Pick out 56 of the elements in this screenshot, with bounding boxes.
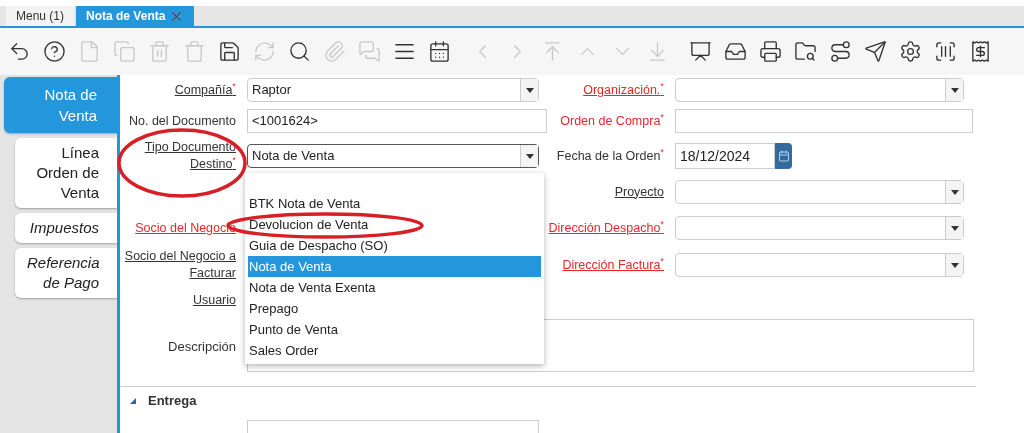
caret-icon bbox=[525, 87, 534, 93]
side-tab[interactable]: Línea Orden de Venta bbox=[15, 138, 117, 208]
text-field[interactable]: <1001624> bbox=[247, 109, 547, 133]
caret-icon bbox=[950, 87, 959, 93]
combo-box[interactable]: Nota de Venta bbox=[247, 144, 539, 168]
field-label: Orden de Compra$^{*}$ bbox=[560, 112, 664, 130]
dropdown-button[interactable] bbox=[945, 181, 963, 203]
caret-icon bbox=[950, 262, 959, 268]
folder-search-icon[interactable] bbox=[794, 40, 817, 63]
calendar-button[interactable] bbox=[775, 143, 792, 169]
field-label[interactable]: Compañía$^{*}$ bbox=[174, 81, 236, 99]
caret-icon bbox=[950, 189, 959, 195]
help-icon[interactable] bbox=[43, 40, 66, 63]
caret-icon bbox=[950, 225, 959, 231]
calendar-icon bbox=[777, 150, 790, 162]
dropdown-option[interactable]: Devolucion de Venta bbox=[248, 214, 541, 235]
dropdown-option[interactable]: BTK Nota de Venta bbox=[248, 193, 541, 214]
field-label[interactable]: Socio del Negocio a Facturar bbox=[120, 248, 236, 282]
dropdown-option[interactable]: Nota de Venta Exenta bbox=[248, 277, 541, 298]
presentation-board-icon[interactable] bbox=[689, 40, 712, 63]
settings-icon[interactable] bbox=[899, 40, 922, 63]
field-label[interactable]: Dirección Factura$^{*}$ bbox=[562, 256, 664, 274]
date-field[interactable]: 18/12/2024 bbox=[675, 143, 775, 169]
barcode-icon[interactable] bbox=[934, 40, 957, 63]
field-label[interactable]: Usuario bbox=[192, 291, 236, 309]
calendar-icon[interactable] bbox=[428, 40, 451, 63]
dropdown-button[interactable] bbox=[945, 217, 963, 239]
text-field[interactable] bbox=[675, 109, 973, 133]
window-tab[interactable]: Menu (1) bbox=[6, 6, 75, 26]
dropdown-button[interactable] bbox=[520, 145, 538, 167]
side-tab[interactable]: Referencia de Pago bbox=[15, 248, 117, 298]
expanded-triangle-icon[interactable] bbox=[130, 397, 136, 404]
dropdown-button[interactable] bbox=[945, 79, 963, 101]
dropdown-button[interactable] bbox=[520, 79, 538, 101]
route-icon[interactable] bbox=[829, 40, 852, 63]
paper-plane-icon[interactable] bbox=[864, 40, 887, 63]
field-label: Descripción bbox=[168, 338, 236, 356]
dropdown-option[interactable]: Prepago bbox=[248, 298, 541, 319]
undo-icon[interactable] bbox=[8, 40, 31, 63]
field-label[interactable]: Dirección Despacho$^{*}$ bbox=[548, 219, 664, 237]
search-icon[interactable] bbox=[288, 40, 311, 63]
dropdown-option[interactable]: Sales Order bbox=[248, 340, 541, 361]
receipt-icon[interactable] bbox=[969, 40, 992, 63]
field-label: No. del Documento bbox=[129, 112, 236, 130]
caret-icon bbox=[525, 153, 534, 159]
field-label[interactable]: Organización.$^{*}$ bbox=[583, 81, 664, 99]
dropdown-option[interactable]: Guia de Despacho (SO) bbox=[248, 235, 541, 256]
printer-icon[interactable] bbox=[759, 40, 782, 63]
tray-icon[interactable] bbox=[724, 40, 747, 63]
side-tab[interactable]: Impuestos bbox=[15, 213, 117, 243]
dropdown-button[interactable] bbox=[945, 254, 963, 276]
section-title[interactable]: Entrega bbox=[148, 390, 197, 411]
dropdown-option[interactable]: Punto de Venta bbox=[248, 319, 541, 340]
field-label[interactable]: Proyecto bbox=[614, 183, 664, 201]
field-label: Fecha de la Orden$^{*}$ bbox=[556, 147, 664, 165]
combo-box[interactable]: Raptor bbox=[247, 78, 539, 102]
